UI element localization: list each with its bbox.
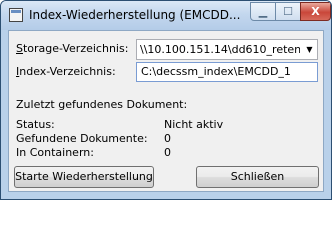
index-directory-input[interactable]: C:\decssm_index\EMCDD_1	[136, 62, 318, 82]
close-button[interactable]: Schließen	[196, 166, 319, 188]
last-found-heading: Zuletzt gefundenes Dokument:	[16, 98, 188, 111]
storage-directory-dropdown[interactable]: \\10.100.151.14\dd610_retentio ▼	[136, 39, 318, 60]
index-directory-label: Index-Verzeichnis:	[16, 65, 116, 78]
status-label: Status:	[16, 118, 55, 131]
storage-directory-label: Storage-Verzeichnis:	[16, 42, 129, 55]
status-value: Nicht aktiv	[164, 118, 224, 131]
app-icon	[9, 8, 23, 22]
found-documents-label: Gefundene Dokumente:	[16, 132, 148, 145]
in-containers-label: In Containern:	[16, 146, 94, 159]
chevron-down-icon[interactable]: ▼	[302, 40, 317, 59]
maximize-button[interactable]: ☐	[275, 2, 301, 21]
in-containers-value: 0	[164, 146, 171, 159]
dialog-client-area: Storage-Verzeichnis: \\10.100.151.14\dd6…	[8, 30, 324, 192]
title-bar[interactable]: Index-Wiederherstellung (EMCDD... ▁ ☐ X	[1, 1, 331, 30]
minimize-button[interactable]: ▁	[250, 2, 276, 21]
dialog-window: Index-Wiederherstellung (EMCDD... ▁ ☐ X …	[0, 0, 332, 200]
found-documents-value: 0	[164, 132, 171, 145]
storage-directory-value: \\10.100.151.14\dd610_retentio	[140, 43, 300, 56]
close-window-button[interactable]: X	[300, 2, 331, 21]
start-recovery-button[interactable]: Starte Wiederherstellung	[14, 166, 154, 188]
window-title: Index-Wiederherstellung (EMCDD...	[29, 8, 241, 22]
